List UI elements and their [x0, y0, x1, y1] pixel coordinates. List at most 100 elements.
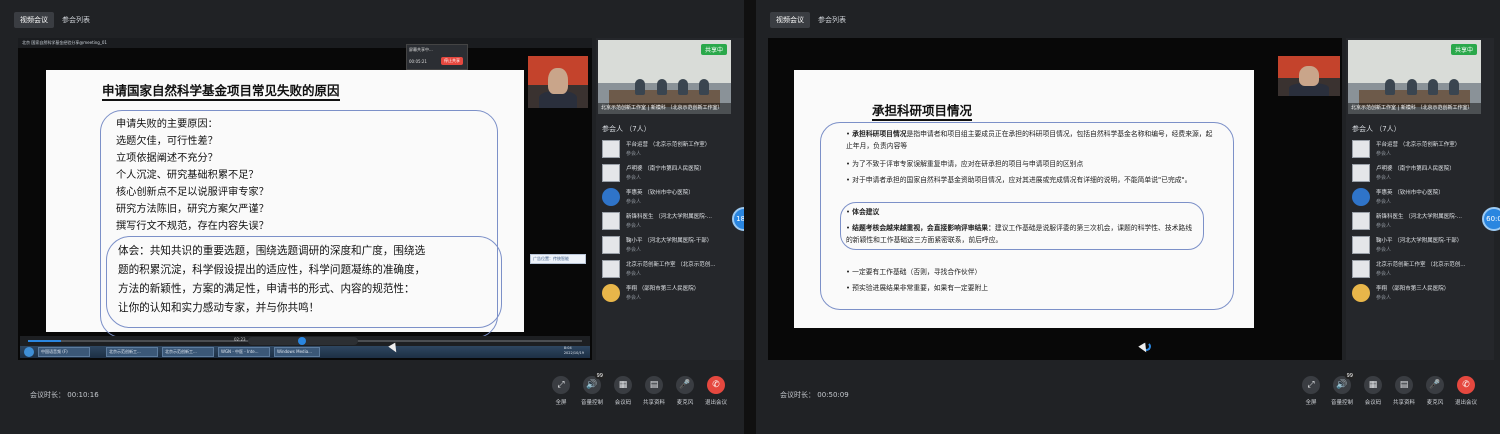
- control-label: 会议码: [1364, 400, 1382, 406]
- participant-item[interactable]: 北京示范创新工作室 （北京示范创... 参会人: [600, 258, 740, 282]
- insight-line: 题的积累沉淀，科学假设提出的适应性，科学问题凝练的准确度，: [118, 264, 426, 276]
- participant-item[interactable]: 鞠小平 （河北大学附属医院-干部） 参会人: [1350, 234, 1490, 258]
- reasons-list: 申请失败的主要原因： 选题欠佳，可行性差？ 立项依据阐述不充分？ 个人沉淀、研究…: [116, 116, 269, 235]
- control-label: 全屏: [555, 400, 567, 406]
- participant-role: 参会人: [1376, 271, 1392, 277]
- participant-name: 鞠小平 （河北大学附属医院-干部）: [1376, 238, 1463, 244]
- participant-item[interactable]: 卢明婆 （南宁市第四人民医院） 参会人: [1350, 162, 1490, 186]
- participant-item[interactable]: 新锋科医生 （河北大学附属医院-... 参会人: [1350, 210, 1490, 234]
- participant-role: 参会人: [626, 175, 642, 181]
- presentation-slide: 申请国家自然科学基金项目常见失败的原因 申请失败的主要原因： 选题欠佳，可行性差…: [46, 70, 524, 338]
- floating-timer-badge[interactable]: 60:0: [1482, 207, 1500, 231]
- participant-name: 平台运营 （北京示范创新工作室）: [626, 142, 711, 148]
- browser-mini-toolbar[interactable]: 广告位置：传统智能: [530, 254, 586, 264]
- participant-name: 平台运营 （北京示范创新工作室）: [1376, 142, 1461, 148]
- start-icon[interactable]: [24, 347, 34, 357]
- participant-item[interactable]: 李惠英 （钦州市中心医院） 参会人: [600, 186, 740, 210]
- room-caption: 北京示范创新工作室 | 新模科 （北京示范创新工作室）: [1348, 103, 1481, 114]
- player-controls[interactable]: [248, 337, 358, 345]
- play-icon[interactable]: [298, 337, 306, 345]
- fullscreen-button[interactable]: ⤢ 全屏: [546, 376, 576, 406]
- reason-line: 选题欠佳，可行性差？: [116, 136, 218, 147]
- control-label: 音量控制: [580, 400, 603, 406]
- duration-value: 00:10:16: [67, 391, 99, 399]
- presenter-camera: [528, 56, 588, 108]
- meeting-window-right: 视频会议 参会列表 承担科研项目情况 • 承担科研项目情况是指申请者和项目组主要…: [756, 0, 1500, 434]
- screen-share-area: 北京 国家自然科学基金经验分享@meeting_01 屏幕共享中... 00:0…: [18, 38, 592, 360]
- tab-participant-list[interactable]: 参会列表: [812, 12, 852, 28]
- fullscreen-button[interactable]: ⤢ 全屏: [1296, 376, 1326, 406]
- participant-role: 参会人: [1376, 199, 1392, 205]
- taskbar-clock: 8:04 2022/10/19: [563, 346, 584, 355]
- participant-name: 北京示范创新工作室 （北京示范创...: [1376, 262, 1466, 268]
- taskbar-item[interactable]: 北京示范创新工...: [106, 347, 158, 357]
- participant-item[interactable]: 李翔 （邵阳市第三人民医院） 参会人: [1350, 282, 1490, 306]
- leave-meeting-button[interactable]: ✆ 退出会议: [1451, 376, 1481, 406]
- windows-taskbar: 中国语音频 (F) 北京示范创新工... 北京示范创新工... WGN - 中医…: [20, 346, 590, 358]
- participant-role: 参会人: [626, 247, 642, 253]
- taskbar-item[interactable]: 北京示范创新工...: [162, 347, 214, 357]
- avatar: [1352, 260, 1370, 278]
- avatar: [1352, 284, 1370, 302]
- volume-button[interactable]: 🔊 99 音量控制: [1327, 373, 1357, 406]
- participant-role: 参会人: [1376, 223, 1392, 229]
- tab-video-meeting[interactable]: 视频会议: [770, 12, 810, 28]
- taskbar-item[interactable]: WGN - 中医 - Inte...: [218, 347, 270, 357]
- hangup-icon: ✆: [1457, 376, 1475, 394]
- meeting-duration: 会议时长： 00:10:16: [30, 390, 99, 400]
- bullet-avoid-duplicate: • 为了不致于评审专家误解重复申请，应对在研承担的项目与申请项目的区别点: [846, 160, 1084, 168]
- stop-share-button[interactable]: 停止共享: [441, 57, 463, 65]
- duration-value: 00:50:09: [817, 391, 849, 399]
- meeting-code-button[interactable]: ▦ 会议码: [1358, 376, 1388, 406]
- avatar: [602, 140, 620, 158]
- shared-window-title: 北京 国家自然科学基金经验分享@meeting_01: [18, 38, 592, 48]
- popup-text: 屏幕共享中...: [409, 47, 433, 52]
- volume-badge: 99: [1344, 373, 1355, 379]
- avatar: [602, 188, 620, 206]
- microphone-button[interactable]: 🎤 麦克风: [670, 376, 700, 406]
- participant-item[interactable]: 平台运营 （北京示范创新工作室） 参会人: [1350, 138, 1490, 162]
- avatar: [602, 212, 620, 230]
- bullet-nsfc-progress: • 对于申请者承担的国家自然科学基金资助项目情况，应对其进展或完成情况有详细的说…: [846, 176, 1192, 184]
- participant-name: 李翔 （邵阳市第三人民医院）: [1376, 286, 1450, 292]
- bullet-work-basis: • 一定要有工作基础（否则，寻找合作伙伴）: [846, 268, 982, 276]
- room-caption: 北京示范创新工作室 | 新模科 （北京示范创新工作室）: [598, 103, 731, 114]
- avatar: [1352, 188, 1370, 206]
- leave-meeting-button[interactable]: ✆ 退出会议: [701, 376, 731, 406]
- reason-line: 立项依据阐述不充分？: [116, 153, 218, 164]
- participant-item[interactable]: 卢明婆 （南宁市第四人民医院） 参会人: [600, 162, 740, 186]
- participant-item[interactable]: 新锋科医生 （河北大学附属医院-... 参会人: [600, 210, 740, 234]
- tab-video-meeting[interactable]: 视频会议: [14, 12, 54, 28]
- share-popup: 屏幕共享中... 00:05:21 停止共享: [406, 44, 468, 70]
- participant-role: 参会人: [626, 295, 642, 301]
- document-icon: ▤: [1395, 376, 1413, 394]
- avatar: [602, 260, 620, 278]
- participant-item[interactable]: 鞠小平 （河北大学附属医院-干部） 参会人: [600, 234, 740, 258]
- participant-role: 参会人: [1376, 247, 1392, 253]
- participant-item[interactable]: 李翔 （邵阳市第三人民医院） 参会人: [600, 282, 740, 306]
- meeting-code-button[interactable]: ▦ 会议码: [608, 376, 638, 406]
- tab-participant-list[interactable]: 参会列表: [56, 12, 96, 28]
- participant-role: 参会人: [1376, 295, 1392, 301]
- slide-title: 承担科研项目情况: [872, 100, 973, 121]
- sharing-badge: 共享中: [1450, 44, 1477, 55]
- hangup-icon: ✆: [707, 376, 725, 394]
- participant-list: 平台运营 （北京示范创新工作室） 参会人 卢明婆 （南宁市第四人民医院） 参会人 李…: [600, 138, 740, 306]
- share-files-button[interactable]: ▤ 共享资料: [639, 376, 669, 406]
- avatar: [602, 164, 620, 182]
- taskbar-item[interactable]: 中国语音频 (F): [38, 347, 90, 357]
- avatar: [1352, 236, 1370, 254]
- participant-item[interactable]: 平台运营 （北京示范创新工作室） 参会人: [600, 138, 740, 162]
- tab-bar: 视频会议 参会列表: [756, 8, 1500, 32]
- participant-item[interactable]: 北京示范创新工作室 （北京示范创... 参会人: [1350, 258, 1490, 282]
- participant-item[interactable]: 李惠英 （钦州市中心医院） 参会人: [1350, 186, 1490, 210]
- avatar: [1352, 212, 1370, 230]
- meeting-window-left: 视频会议 参会列表 北京 国家自然科学基金经验分享@meeting_01 屏幕共…: [0, 0, 744, 434]
- taskbar-item[interactable]: Windows Media...: [274, 347, 320, 357]
- volume-button[interactable]: 🔊 99 音量控制: [577, 373, 607, 406]
- reason-line: 申请失败的主要原因：: [116, 119, 218, 130]
- media-player-bar: 02:23: [20, 336, 590, 346]
- microphone-button[interactable]: 🎤 麦克风: [1420, 376, 1450, 406]
- share-files-button[interactable]: ▤ 共享资料: [1389, 376, 1419, 406]
- participant-name: 北京示范创新工作室 （北京示范创...: [626, 262, 716, 268]
